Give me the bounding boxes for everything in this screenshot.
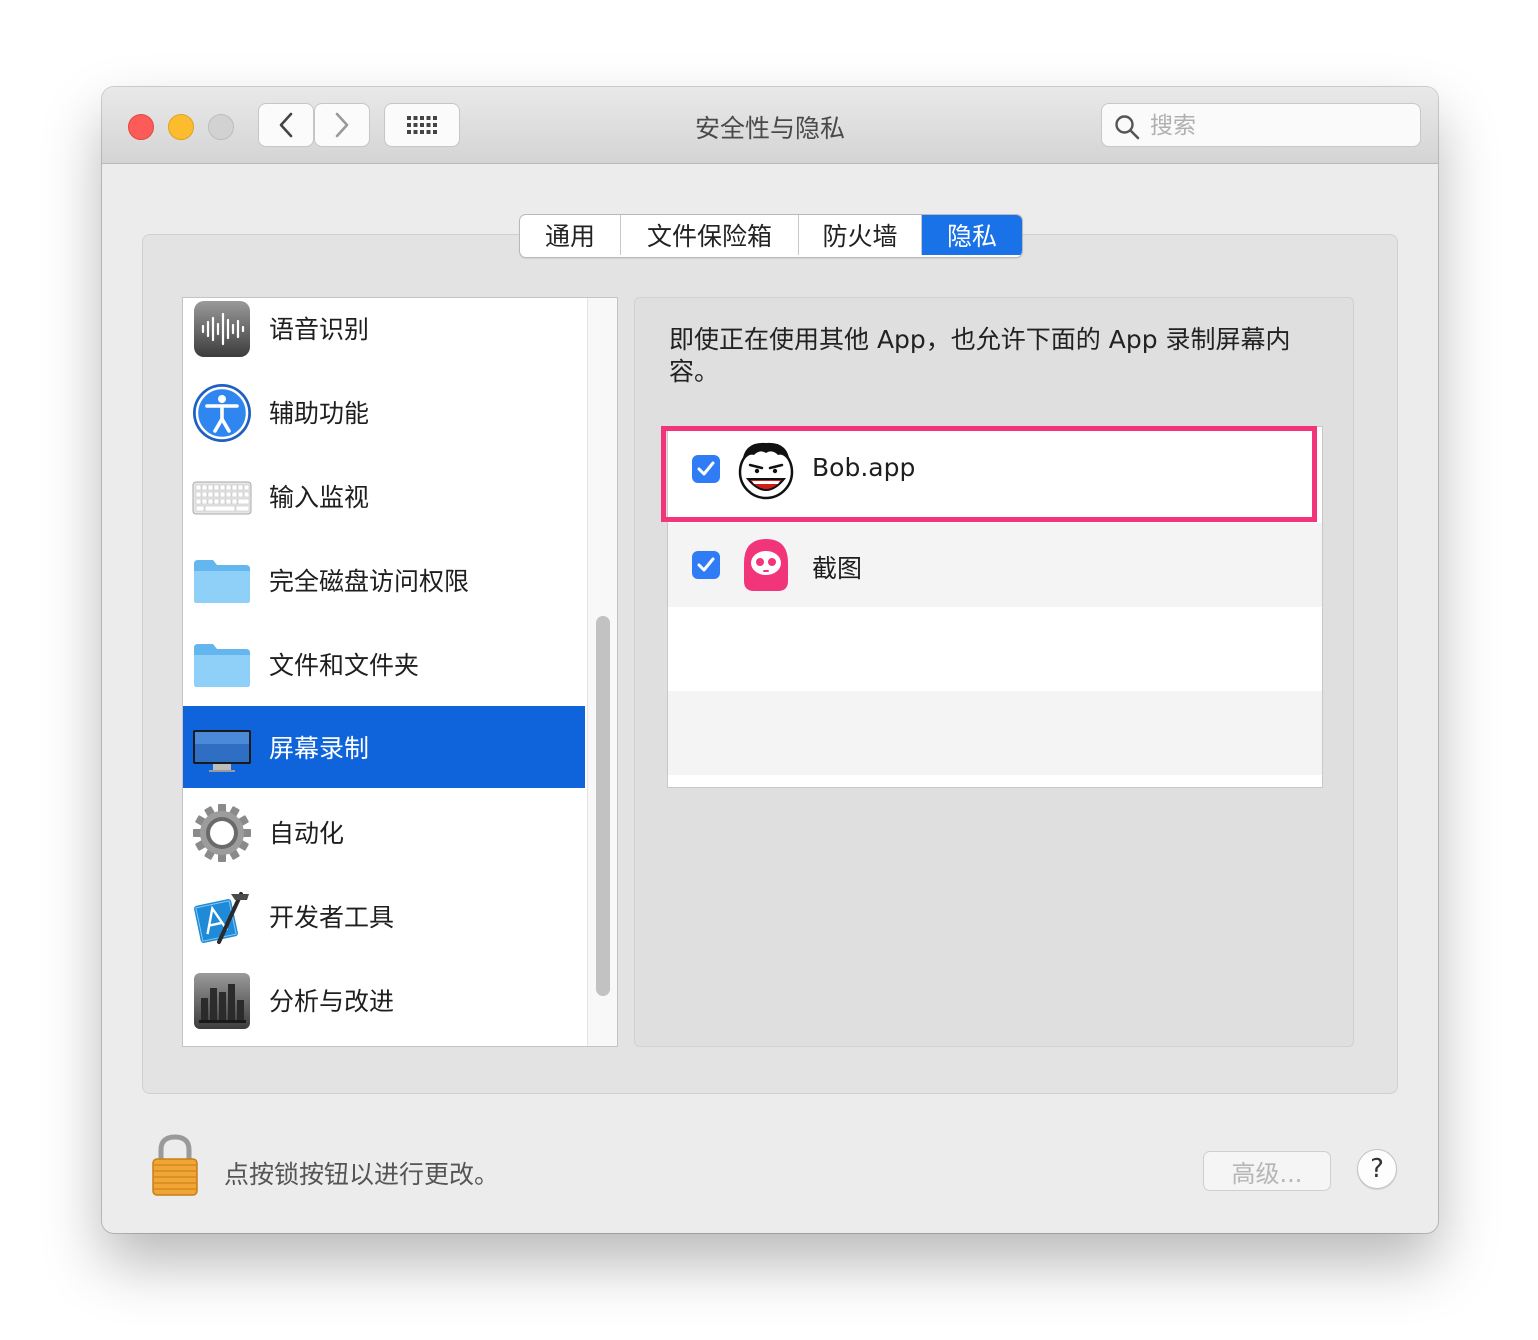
tab-filevault[interactable]: 文件保险箱 <box>621 215 799 255</box>
sidebar-item-full-disk-access[interactable]: 完全磁盘访问权限 <box>183 538 585 622</box>
sidebar-scrollbar[interactable] <box>587 298 617 1046</box>
empty-row <box>668 691 1322 775</box>
tab-bar: 通用 文件保险箱 防火墙 隐私 <box>519 214 1023 258</box>
app-name: Bob.app <box>812 453 916 482</box>
preferences-window: 安全性与隐私 通用 文件保险箱 防火墙 隐私 <box>102 87 1438 1233</box>
sidebar-item-files-and-folders[interactable]: 文件和文件夹 <box>183 622 585 706</box>
title-bar: 安全性与隐私 <box>102 87 1438 164</box>
detail-panel: 即使正在使用其他 App，也允许下面的 App 录制屏幕内容。 Bob.app <box>634 297 1354 1047</box>
app-row-bob[interactable]: Bob.app <box>668 427 1322 511</box>
sidebar-item-screen-recording[interactable]: 屏幕录制 <box>183 706 585 788</box>
app-checkbox-bob[interactable] <box>692 455 720 483</box>
keyboard-icon <box>192 481 252 515</box>
tab-firewall[interactable]: 防火墙 <box>799 215 922 255</box>
sidebar-item-developer-tools[interactable]: 开发者工具 <box>183 874 585 958</box>
sidebar-item-label: 辅助功能 <box>269 399 370 428</box>
sidebar-item-label: 输入监视 <box>269 483 370 512</box>
folder-icon <box>194 644 250 687</box>
sidebar-item-label: 完全磁盘访问权限 <box>269 567 470 596</box>
sidebar-item-automation[interactable]: 自动化 <box>183 790 585 874</box>
checkmark-icon <box>697 461 715 476</box>
sidebar-item-input-monitoring[interactable]: 输入监视 <box>183 454 585 538</box>
display-icon <box>193 730 251 772</box>
bob-app-icon <box>738 442 794 500</box>
app-list: Bob.app 截图 <box>667 426 1323 788</box>
sidebar-item-label: 文件和文件夹 <box>269 651 420 680</box>
sidebar-item-analytics[interactable]: 分析与改进 <box>183 958 585 1042</box>
help-button[interactable]: ? <box>1357 1149 1397 1189</box>
gear-icon <box>193 804 251 862</box>
folder-icon <box>194 560 250 603</box>
empty-row <box>668 607 1322 691</box>
permission-description: 即使正在使用其他 App，也允许下面的 App 录制屏幕内容。 <box>669 325 1291 386</box>
search-icon <box>1115 115 1140 140</box>
app-checkbox-screenshot[interactable] <box>692 551 720 579</box>
tab-privacy[interactable]: 隐私 <box>922 215 1022 255</box>
screenshot-app-icon <box>744 539 788 591</box>
bar-chart-icon <box>194 973 250 1029</box>
scrollbar-thumb[interactable] <box>596 616 610 996</box>
search-field[interactable] <box>1101 103 1421 147</box>
sidebar-item-label: 语音识别 <box>269 315 370 344</box>
lock-icon[interactable] <box>150 1133 200 1197</box>
app-row-screenshot[interactable]: 截图 <box>668 523 1322 607</box>
lock-hint-text: 点按锁按钮以进行更改。 <box>224 1160 500 1189</box>
accessibility-icon <box>193 384 251 442</box>
privacy-category-list: 语音识别 辅助功能 输入监视 完全磁盘访问权限 文件和文件夹 屏幕录制 自动化 … <box>182 297 618 1047</box>
sidebar-item-label: 屏幕录制 <box>269 734 370 763</box>
advanced-button[interactable]: 高级... <box>1203 1151 1331 1191</box>
checkmark-icon <box>697 557 715 572</box>
sidebar-item-label: 开发者工具 <box>269 903 395 932</box>
speech-recognition-icon <box>194 301 250 357</box>
search-input[interactable] <box>1148 108 1412 144</box>
sidebar-item-label: 分析与改进 <box>269 987 395 1016</box>
sidebar-item-accessibility[interactable]: 辅助功能 <box>183 370 585 454</box>
tab-general[interactable]: 通用 <box>520 215 621 255</box>
app-name: 截图 <box>812 554 863 583</box>
developer-tools-icon <box>194 892 249 944</box>
sidebar-item-label: 自动化 <box>269 819 345 848</box>
sidebar-item-speech-recognition[interactable]: 语音识别 <box>183 298 585 370</box>
